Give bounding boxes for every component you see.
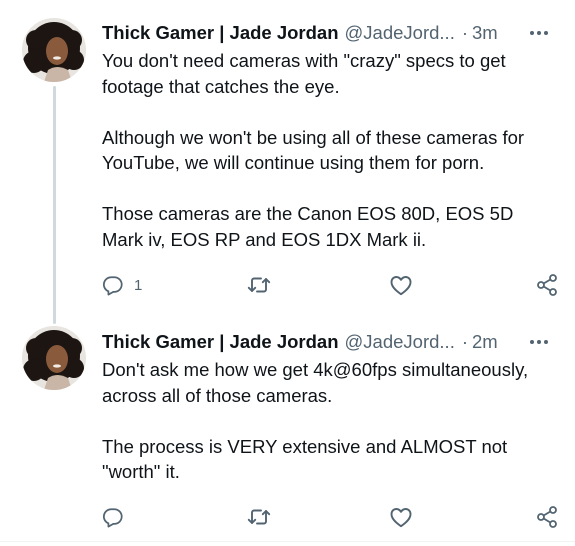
share-button[interactable] [535,272,559,298]
tweet-paragraph: Don't ask me how we get 4k@60fps simulta… [102,359,529,406]
separator-dot: · [461,331,469,352]
like-icon [389,506,413,528]
tweet-actions: 1 [102,272,559,298]
share-icon [535,273,559,297]
display-name[interactable]: Thick Gamer | Jade Jordan [102,22,339,44]
tweet-text: Don't ask me how we get 4k@60fps simulta… [102,357,559,485]
display-name[interactable]: Thick Gamer | Jade Jordan [102,331,339,353]
separator-dot: · [461,22,469,43]
timestamp[interactable]: 2m [472,331,498,353]
avatar[interactable] [22,18,86,82]
like-button[interactable] [389,504,413,530]
like-icon [389,274,413,296]
more-icon[interactable] [527,330,551,354]
reply-count: 1 [134,276,143,294]
tweet[interactable]: Thick Gamer | Jade Jordan @JadeJord... ·… [0,0,575,316]
tweet-thread: Thick Gamer | Jade Jordan @JadeJord... ·… [0,0,575,546]
tweet-header: Thick Gamer | Jade Jordan @JadeJord... ·… [102,329,557,355]
tweet-paragraph: Although we won't be using all of these … [102,126,525,174]
retweet-button[interactable] [247,272,271,298]
reply-button[interactable] [102,504,134,530]
more-icon[interactable] [527,21,551,45]
reply-icon [102,506,124,528]
retweet-button[interactable] [247,504,271,530]
retweet-icon [247,506,271,528]
timestamp[interactable]: 3m [472,22,498,44]
reply-icon [102,274,124,296]
tweet-header: Thick Gamer | Jade Jordan @JadeJord... ·… [102,20,557,46]
handle[interactable]: @JadeJord... [345,331,455,353]
tweet-text: You don't need cameras with "crazy" spec… [102,48,559,252]
share-icon [535,505,559,529]
like-button[interactable] [389,272,413,298]
handle[interactable]: @JadeJord... [345,22,455,44]
reply-button[interactable]: 1 [102,272,142,298]
retweet-icon [247,274,271,296]
tweet-paragraph: Those cameras are the Canon EOS 80D, EOS… [102,203,514,250]
share-button[interactable] [535,504,559,530]
tweet-paragraph: You don't need cameras with "crazy" spec… [102,50,506,97]
tweet-paragraph: The process is VERY extensive and ALMOST… [102,435,508,483]
bottom-divider [0,541,575,542]
tweet[interactable]: Thick Gamer | Jade Jordan @JadeJord... ·… [0,316,575,541]
tweet-actions [102,504,559,530]
avatar[interactable] [22,326,86,390]
